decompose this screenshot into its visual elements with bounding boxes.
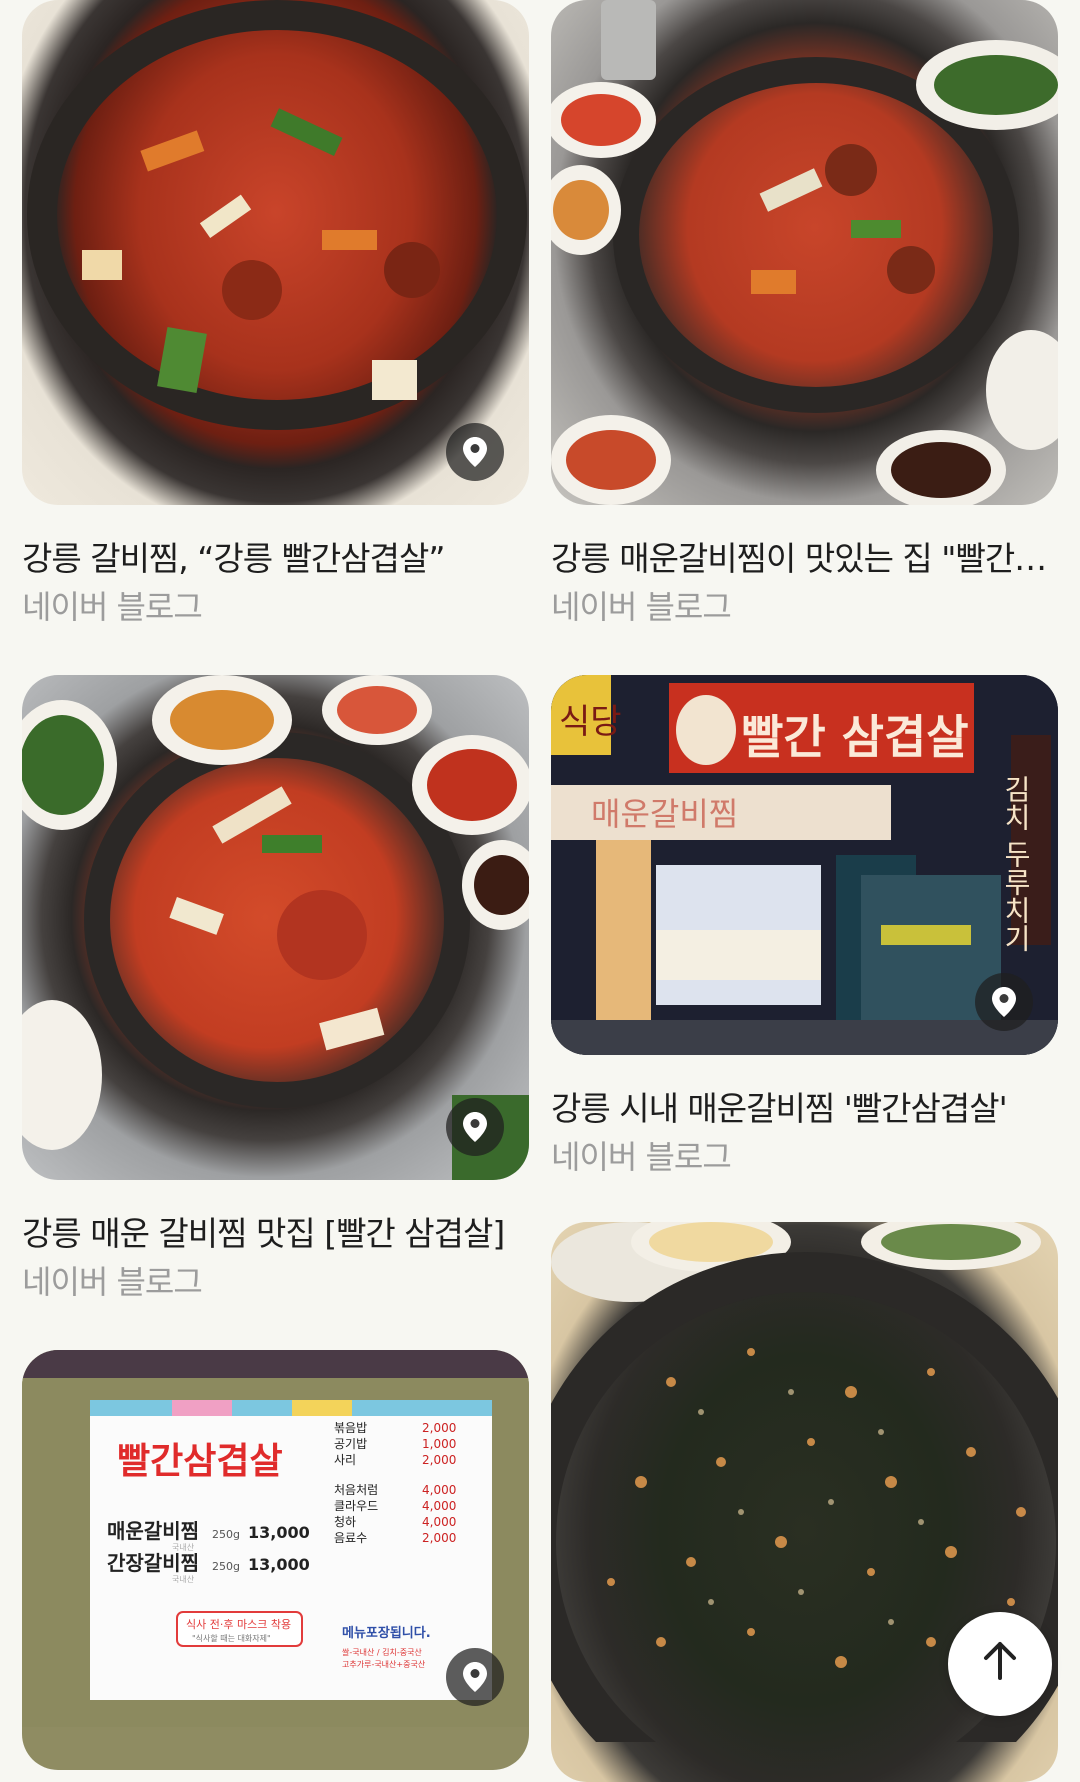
- menu-item-1-price: 13,000: [248, 1523, 310, 1542]
- menu-right-item-name: 음료수: [334, 1531, 367, 1545]
- result-title-2[interactable]: 강릉 매운갈비찜이 맛있는 집 "빨간…: [551, 532, 1058, 580]
- braised-ribs-photo: [27, 0, 527, 430]
- location-pin-icon: [463, 437, 487, 467]
- menu-item-2-origin: 국내산: [172, 1574, 195, 1584]
- location-pin-icon: [463, 1112, 487, 1142]
- menu-right-item-price: 4,000: [422, 1499, 456, 1513]
- location-pin-icon: [992, 987, 1016, 1017]
- location-pin-button[interactable]: [975, 973, 1033, 1031]
- result-image-6[interactable]: 빨간삼겹살 매운갈비찜 250g 13,000 국내산 간장갈비찜 250g 1…: [22, 1350, 529, 1770]
- result-source-2: 네이버 블로그: [551, 588, 732, 626]
- awning-text: 매운갈비찜: [591, 795, 738, 833]
- braised-ribs-photo: [22, 675, 529, 1180]
- result-image-2[interactable]: [551, 0, 1058, 505]
- result-image-1[interactable]: [22, 0, 529, 505]
- menu-right-item-price: 2,000: [422, 1453, 456, 1467]
- arrow-up-icon: [984, 1642, 1016, 1680]
- location-pin-button[interactable]: [446, 423, 504, 481]
- location-pin-icon: [463, 1662, 487, 1692]
- menu-item-1-name: 매운갈비찜: [107, 1519, 199, 1543]
- menu-origin-note-1: 쌀-국내산 / 김치-중국산: [342, 1647, 422, 1657]
- scroll-to-top-button[interactable]: [948, 1612, 1052, 1716]
- menu-mask-sub: "식사할 때는 대화자제": [192, 1633, 271, 1643]
- result-source-4: 네이버 블로그: [551, 1138, 732, 1176]
- braised-ribs-photo: [551, 0, 1058, 505]
- menu-right-item-name: 처음처럼: [334, 1483, 378, 1497]
- result-source-3: 네이버 블로그: [22, 1263, 203, 1301]
- side-sign-text: 김치 두루치기: [1000, 775, 1033, 952]
- menu-item-1-weight: 250g: [212, 1528, 240, 1541]
- menu-right-item-name: 공기밥: [334, 1437, 367, 1451]
- location-pin-button[interactable]: [446, 1648, 504, 1706]
- menu-right-item-name: 볶음밥: [334, 1421, 367, 1435]
- menu-item-2-weight: 250g: [212, 1560, 240, 1573]
- menu-takeout-text: 메뉴포장됩니다.: [342, 1625, 431, 1641]
- menu-right-item-price: 2,000: [422, 1421, 456, 1435]
- menu-item-2-price: 13,000: [248, 1555, 310, 1574]
- menu-origin-note-2: 고추가루-국내산+중국산: [342, 1659, 426, 1669]
- menu-mask-notice: 식사 전·후 마스크 착용: [186, 1618, 291, 1631]
- result-title-1[interactable]: 강릉 갈비찜, “강릉 빨간삼겹살”: [22, 532, 529, 580]
- menu-right-item-price: 2,000: [422, 1531, 456, 1545]
- menu-brand-text: 빨간삼겹살: [117, 1441, 283, 1482]
- result-title-3[interactable]: 강릉 매운 갈비찜 맛집 [빨간 삼겹살]: [22, 1207, 529, 1255]
- menu-right-item-name: 사리: [334, 1453, 356, 1467]
- location-pin-button[interactable]: [446, 1098, 504, 1156]
- result-source-1: 네이버 블로그: [22, 588, 203, 626]
- menu-item-2-name: 간장갈비찜: [107, 1551, 199, 1575]
- menu-right-item-name: 클라우드: [334, 1499, 378, 1513]
- menu-right-item-price: 1,000: [422, 1437, 456, 1451]
- menu-right-item-price: 4,000: [422, 1483, 456, 1497]
- result-title-4[interactable]: 강릉 시내 매운갈비찜 '빨간삼겹살': [551, 1082, 1058, 1130]
- result-image-3[interactable]: [22, 675, 529, 1180]
- store-sign-text: 빨간 삼겹살: [741, 710, 969, 764]
- menu-right-item-price: 4,000: [422, 1515, 456, 1529]
- corner-sign-text: 식당: [559, 702, 622, 742]
- menu-right-item-name: 청하: [334, 1515, 356, 1529]
- result-image-4[interactable]: 식당 빨간 삼겹살 매운갈비찜 김치 두루치기: [551, 675, 1058, 1055]
